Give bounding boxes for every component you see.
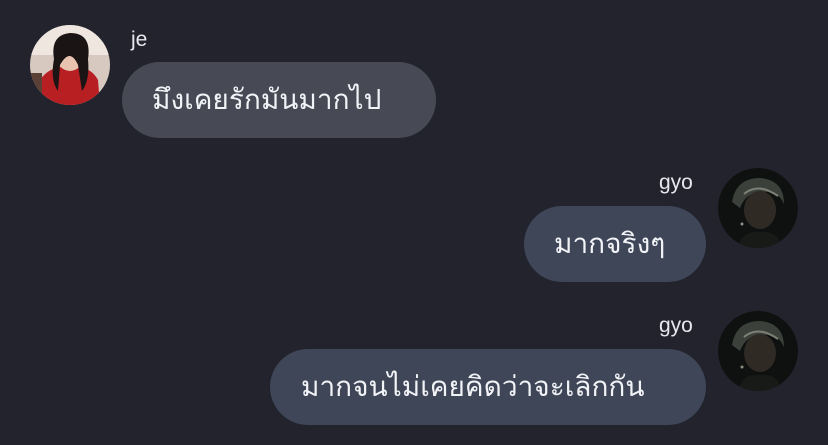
message-bubble[interactable]: มากจนไม่เคยคิดว่าจะเลิกกัน — [270, 349, 706, 425]
avatar-gyo[interactable] — [718, 311, 798, 391]
message-bubble[interactable]: มึงเคยรักมันมากไป — [122, 62, 436, 138]
sender-name: je — [131, 28, 148, 51]
message-bubble[interactable]: มากจริงๆ — [524, 206, 706, 282]
message-text: มากจริงๆ — [554, 227, 666, 260]
avatar-gyo[interactable] — [718, 168, 798, 248]
sender-name: gyo — [659, 314, 693, 337]
avatar-je[interactable] — [30, 25, 110, 105]
sender-name: gyo — [659, 171, 693, 194]
message-text: มากจนไม่เคยคิดว่าจะเลิกกัน — [301, 370, 645, 403]
message-text: มึงเคยรักมันมากไป — [152, 83, 382, 116]
